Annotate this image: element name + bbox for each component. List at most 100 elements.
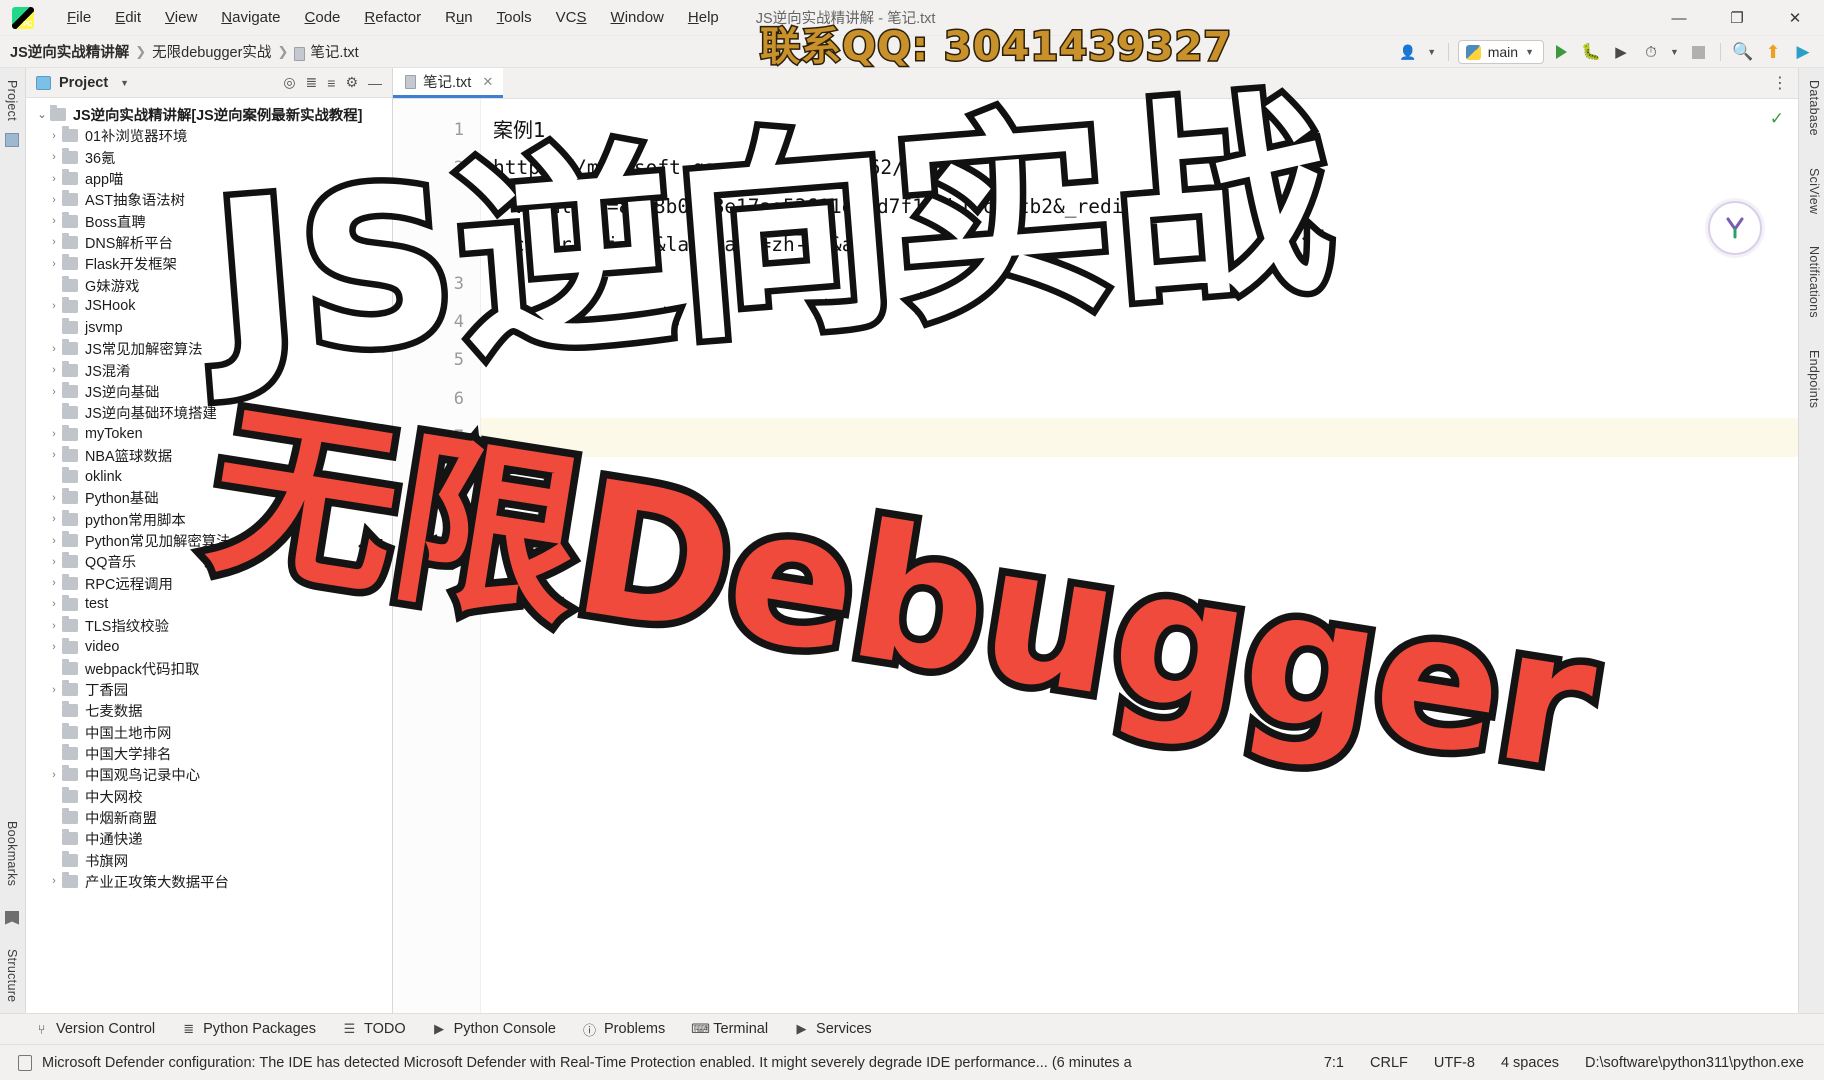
bottom-tab-problems[interactable]: ⓘ Problems bbox=[582, 1020, 665, 1039]
menu-item-refactor[interactable]: Refactor bbox=[353, 5, 432, 30]
inspection-status-icon[interactable]: ✓ bbox=[1770, 109, 1784, 129]
run-with-coverage-button[interactable]: ▶ bbox=[1608, 40, 1634, 64]
more-options-icon[interactable]: ⋮ bbox=[1772, 73, 1788, 93]
tree-node[interactable]: 书旗网 bbox=[26, 849, 392, 870]
menu-item-tools[interactable]: Tools bbox=[486, 5, 543, 30]
chevron-right-icon[interactable]: › bbox=[46, 258, 62, 270]
settings-gear-icon[interactable]: ⚙ bbox=[345, 74, 358, 91]
chevron-right-icon[interactable]: › bbox=[46, 236, 62, 248]
chevron-right-icon[interactable]: › bbox=[46, 300, 62, 312]
caret-position[interactable]: 7:1 bbox=[1324, 1055, 1344, 1071]
chevron-right-icon[interactable]: › bbox=[46, 151, 62, 163]
minimize-button[interactable]: — bbox=[1650, 0, 1708, 36]
chevron-right-icon[interactable]: › bbox=[46, 513, 62, 525]
menu-item-view[interactable]: View bbox=[154, 5, 208, 30]
breadcrumb-item-folder[interactable]: 无限debugger实战 bbox=[152, 41, 271, 62]
bottom-tab-python-packages[interactable]: ≣ Python Packages bbox=[181, 1021, 316, 1037]
chevron-right-icon[interactable]: › bbox=[46, 343, 62, 355]
chevron-right-icon[interactable]: › bbox=[46, 769, 62, 781]
chevron-right-icon[interactable]: › bbox=[46, 130, 62, 142]
select-opened-file-icon[interactable]: ◎ bbox=[283, 74, 295, 91]
chevron-right-icon[interactable]: › bbox=[46, 492, 62, 504]
menu-item-window[interactable]: Window bbox=[600, 5, 675, 30]
chevron-right-icon[interactable]: › bbox=[46, 428, 62, 440]
collapse-all-icon[interactable]: ≡ bbox=[327, 75, 335, 91]
sidebar-item-notifications[interactable]: Notifications bbox=[1807, 240, 1821, 324]
tree-node[interactable]: 中国土地市网 bbox=[26, 722, 392, 743]
code-line[interactable] bbox=[481, 418, 1798, 457]
sidebar-item-project[interactable]: Project bbox=[5, 74, 19, 127]
chevron-right-icon[interactable]: › bbox=[46, 449, 62, 461]
tree-node[interactable]: 中通快递 bbox=[26, 828, 392, 849]
sidebar-item-endpoints[interactable]: Endpoints bbox=[1807, 344, 1821, 414]
chevron-right-icon[interactable]: › bbox=[46, 875, 62, 887]
sidebar-item-database[interactable]: Database bbox=[1807, 74, 1821, 142]
chevron-down-icon[interactable]: ▼ bbox=[120, 78, 129, 88]
line-separator[interactable]: CRLF bbox=[1370, 1055, 1408, 1071]
bottom-tab-services[interactable]: ▶ Services bbox=[794, 1021, 872, 1037]
bottom-tab-version-control[interactable]: ⑂ Version Control bbox=[34, 1021, 156, 1037]
chevron-right-icon[interactable]: › bbox=[46, 620, 62, 632]
breadcrumb-item-project[interactable]: JS逆向实战精讲解 bbox=[10, 41, 129, 62]
run-button[interactable] bbox=[1548, 40, 1574, 64]
menu-item-code[interactable]: Code bbox=[294, 5, 352, 30]
close-icon[interactable]: ✕ bbox=[482, 74, 493, 90]
tree-node[interactable]: › 产业正攻策大数据平台 bbox=[26, 871, 392, 892]
indent-setting[interactable]: 4 spaces bbox=[1501, 1055, 1559, 1071]
bottom-tab-python-console[interactable]: ▶ Python Console bbox=[432, 1021, 556, 1037]
status-message[interactable]: Microsoft Defender configuration: The ID… bbox=[18, 1054, 1132, 1071]
ai-assistant-icon[interactable]: ▶ bbox=[1790, 40, 1816, 64]
user-account-caret-icon[interactable]: ▼ bbox=[1425, 40, 1439, 64]
tree-node[interactable]: › video bbox=[26, 636, 392, 657]
bookmark-icon[interactable] bbox=[5, 910, 19, 925]
sciview-icon[interactable] bbox=[1708, 201, 1762, 255]
tree-node[interactable]: ⌄ JS逆向实战精讲解 [JS逆向案例最新实战教程] bbox=[26, 104, 392, 125]
tree-node[interactable]: 中烟新商盟 bbox=[26, 807, 392, 828]
menu-item-edit[interactable]: Edit bbox=[104, 5, 152, 30]
chevron-right-icon[interactable]: › bbox=[46, 641, 62, 653]
chevron-right-icon[interactable]: › bbox=[46, 173, 62, 185]
chevron-right-icon[interactable]: › bbox=[46, 684, 62, 696]
tree-node[interactable]: 中国大学排名 bbox=[26, 743, 392, 764]
file-encoding[interactable]: UTF-8 bbox=[1434, 1055, 1475, 1071]
chevron-right-icon[interactable]: ⌄ bbox=[34, 108, 50, 121]
chevron-right-icon[interactable]: › bbox=[46, 556, 62, 568]
debug-button[interactable]: 🐛 bbox=[1578, 40, 1604, 64]
hide-panel-icon[interactable]: — bbox=[368, 75, 382, 91]
sidebar-item-bookmarks[interactable]: Bookmarks bbox=[5, 815, 19, 892]
profile-button[interactable]: ⏱ bbox=[1638, 40, 1664, 64]
user-account-icon[interactable]: 👤 bbox=[1395, 40, 1421, 64]
tree-node[interactable]: 中大网校 bbox=[26, 786, 392, 807]
expand-all-icon[interactable]: ≣ bbox=[306, 74, 318, 91]
tree-node[interactable]: 七麦数据 bbox=[26, 700, 392, 721]
code-line[interactable] bbox=[481, 380, 1798, 418]
tree-node[interactable]: › 01补浏览器环境 bbox=[26, 125, 392, 146]
close-button[interactable]: ✕ bbox=[1766, 0, 1824, 36]
tree-node[interactable]: › 中国观鸟记录中心 bbox=[26, 764, 392, 785]
tree-node[interactable]: › 丁香园 bbox=[26, 679, 392, 700]
chevron-right-icon[interactable]: › bbox=[46, 215, 62, 227]
python-interpreter[interactable]: D:\software\python311\python.exe bbox=[1585, 1055, 1804, 1071]
menu-item-run[interactable]: Run bbox=[434, 5, 484, 30]
sidebar-item-sciview[interactable]: SciView bbox=[1807, 162, 1821, 220]
menu-item-vcs[interactable]: VCS bbox=[545, 5, 598, 30]
breadcrumb-item-file[interactable]: 笔记.txt bbox=[310, 41, 358, 62]
chevron-right-icon[interactable]: › bbox=[46, 598, 62, 610]
run-configuration-selector[interactable]: main ▼ bbox=[1457, 40, 1544, 64]
tree-node[interactable]: webpack代码扣取 bbox=[26, 658, 392, 679]
chevron-right-icon[interactable]: › bbox=[46, 194, 62, 206]
chevron-right-icon[interactable]: › bbox=[46, 386, 62, 398]
search-icon[interactable]: 🔍 bbox=[1730, 40, 1756, 64]
editor-tab-notes[interactable]: 笔记.txt ✕ bbox=[393, 68, 504, 98]
menu-item-file[interactable]: FFileile bbox=[56, 5, 102, 30]
menu-item-help[interactable]: Help bbox=[677, 5, 730, 30]
project-panel-icon[interactable] bbox=[5, 133, 19, 148]
sidebar-item-structure[interactable]: Structure bbox=[5, 943, 19, 1008]
menu-item-navigate[interactable]: Navigate bbox=[210, 5, 291, 30]
chevron-right-icon[interactable]: › bbox=[46, 364, 62, 376]
update-project-icon[interactable]: ⬆ bbox=[1760, 40, 1786, 64]
tree-node[interactable]: › TLS指纹校验 bbox=[26, 615, 392, 636]
bottom-tab-todo[interactable]: ☰ TODO bbox=[342, 1021, 406, 1037]
stop-button[interactable] bbox=[1685, 40, 1711, 64]
maximize-button[interactable]: ❐ bbox=[1708, 0, 1766, 36]
